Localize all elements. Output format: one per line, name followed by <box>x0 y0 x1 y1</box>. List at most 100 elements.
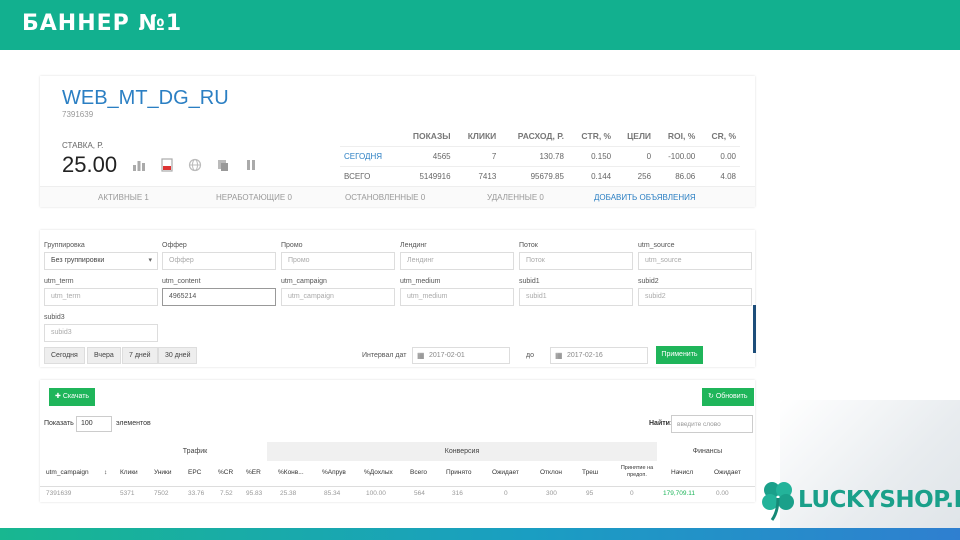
luckyshop-logo: LUCKYSHOP.RU <box>758 478 960 522</box>
stats-cell: 0.150 <box>567 146 616 167</box>
add-ads-link[interactable]: ДОБАВИТЬ ОБЪЯВЛЕНИЯ <box>594 193 696 202</box>
stats-row-label: ВСЕГО <box>340 166 398 186</box>
column-header[interactable]: Треш <box>582 469 598 476</box>
subid1-input[interactable]: subid1 <box>519 288 633 306</box>
stats-cell: 0 <box>615 146 656 167</box>
table-cell: 33.76 <box>188 490 205 497</box>
flow-label: Поток <box>519 242 538 249</box>
subid3-field: subid3 subid3 <box>44 314 158 342</box>
tab-deleted[interactable]: УДАЛЕННЫЕ 0 <box>487 193 544 202</box>
pdf-icon[interactable] <box>160 158 174 172</box>
column-header[interactable]: EPC <box>188 469 201 476</box>
stats-row-label[interactable]: СЕГОДНЯ <box>340 146 398 167</box>
tab-active[interactable]: АКТИВНЫЕ 1 <box>98 193 149 202</box>
column-header[interactable]: %Апрув <box>322 469 346 476</box>
date-range-label: Интервал дат <box>362 352 407 359</box>
column-header[interactable]: %ER <box>246 469 261 476</box>
table-cell: 25.38 <box>280 490 297 497</box>
subid2-input[interactable]: subid2 <box>638 288 752 306</box>
search-input[interactable]: введите слово <box>671 415 753 433</box>
column-header[interactable]: Принятие на предоп. <box>612 465 662 479</box>
download-button[interactable]: ✚ Скачать <box>49 388 96 406</box>
stats-header: РАСХОД, Р. <box>517 131 564 141</box>
landing-input[interactable]: Лендинг <box>400 252 514 270</box>
page-size-select[interactable]: 100 <box>76 416 112 432</box>
date-to-value: 2017-02-16 <box>567 352 603 359</box>
utm-content-input[interactable]: 4965214 <box>162 288 276 306</box>
table-cell: 5371 <box>120 490 135 497</box>
slide-title: БАННЕР №1 <box>22 11 183 36</box>
copy-icon[interactable] <box>216 158 230 172</box>
offer-input[interactable]: Оффер <box>162 252 276 270</box>
period-7-days-button[interactable]: 7 дней <box>122 347 158 364</box>
table-cell: 85.34 <box>324 490 341 497</box>
promo-field: Промо Промо <box>281 242 395 270</box>
table-row[interactable]: 7391639 5371 7502 33.76 7.52 95.83 25.38… <box>40 486 755 500</box>
period-yesterday-button[interactable]: Вчера <box>87 347 121 364</box>
flow-input[interactable]: Поток <box>519 252 633 270</box>
utm-term-input[interactable]: utm_term <box>44 288 158 306</box>
show-suffix: элементов <box>116 420 151 427</box>
stats-header: ПОКАЗЫ <box>412 131 451 141</box>
utm-source-input[interactable]: utm_source <box>638 252 752 270</box>
globe-icon[interactable] <box>188 158 202 172</box>
scroll-indicator[interactable] <box>753 305 756 353</box>
stats-cell: 4.08 <box>699 166 740 186</box>
column-header[interactable]: utm_campaign <box>46 469 89 476</box>
utm-term-label: utm_term <box>44 278 74 285</box>
promo-label: Промо <box>281 242 303 249</box>
utm-medium-label: utm_medium <box>400 278 441 285</box>
filters-panel: Группировка Без группировки Оффер Оффер … <box>40 230 755 367</box>
calendar-icon: ▦ <box>555 351 563 360</box>
column-header[interactable]: Всего <box>410 469 427 476</box>
group-header-finance: Финансы <box>692 448 723 455</box>
subid1-field: subid1 subid1 <box>519 278 633 306</box>
table-cell: 7502 <box>154 490 169 497</box>
period-today-button[interactable]: Сегодня <box>44 347 85 364</box>
campaign-title[interactable]: WEB_MT_DG_RU <box>62 87 229 110</box>
offer-field: Оффер Оффер <box>162 242 276 270</box>
grouping-select[interactable]: Без группировки <box>44 252 158 270</box>
column-header[interactable]: Принято <box>446 469 472 476</box>
utm-campaign-input[interactable]: utm_campaign <box>281 288 395 306</box>
stats-cell: 95679.85 <box>500 166 568 186</box>
column-header[interactable]: Уники <box>154 469 172 476</box>
column-header[interactable]: Клики <box>120 469 138 476</box>
column-header[interactable]: %Конв... <box>278 469 304 476</box>
date-from-value: 2017-02-01 <box>429 352 465 359</box>
apply-button[interactable]: Применить <box>656 346 703 364</box>
column-header[interactable]: Отклон <box>540 469 562 476</box>
column-header[interactable]: %CR <box>218 469 233 476</box>
date-to-input[interactable]: ▦ 2017-02-16 <box>550 347 648 364</box>
show-label: Показать <box>44 420 74 427</box>
column-header[interactable]: Ожидает <box>492 469 519 476</box>
table-cell: 564 <box>414 490 425 497</box>
rate-label: СТАВКА, Р. <box>62 141 104 150</box>
table-cell: 179,709.11 <box>663 490 696 497</box>
refresh-button[interactable]: ↻ Обновить <box>702 388 754 406</box>
footer-bar <box>0 528 960 540</box>
stats-header: ЦЕЛИ <box>627 131 652 141</box>
column-header[interactable]: Ожидает <box>714 469 741 476</box>
pause-icon[interactable] <box>244 158 258 172</box>
tab-not-working[interactable]: НЕРАБОТАЮЩИЕ 0 <box>216 193 292 202</box>
rate-value[interactable]: 25.00 <box>62 152 117 178</box>
subid2-label: subid2 <box>638 278 659 285</box>
subid3-input[interactable]: subid3 <box>44 324 158 342</box>
period-30-days-button[interactable]: 30 дней <box>158 347 198 364</box>
campaign-id: 7391639 <box>62 110 94 119</box>
table-cell: 7391639 <box>46 490 72 497</box>
group-header-traffic: Трафик <box>182 448 208 455</box>
date-from-input[interactable]: ▦ 2017-02-01 <box>412 347 510 364</box>
download-label: Скачать <box>62 393 90 400</box>
column-header[interactable]: Начисл <box>671 469 693 476</box>
sort-icon[interactable]: ↕ <box>104 469 107 476</box>
bar-chart-icon[interactable] <box>132 158 146 172</box>
column-header[interactable]: %Дохлых <box>364 469 393 476</box>
utm-medium-input[interactable]: utm_medium <box>400 288 514 306</box>
stats-cell: -100.00 <box>655 146 700 167</box>
stats-cell: 7413 <box>454 166 501 186</box>
tab-stopped[interactable]: ОСТАНОВЛЕННЫЕ 0 <box>345 193 425 202</box>
promo-input[interactable]: Промо <box>281 252 395 270</box>
stats-cell: 130.78 <box>500 146 568 167</box>
